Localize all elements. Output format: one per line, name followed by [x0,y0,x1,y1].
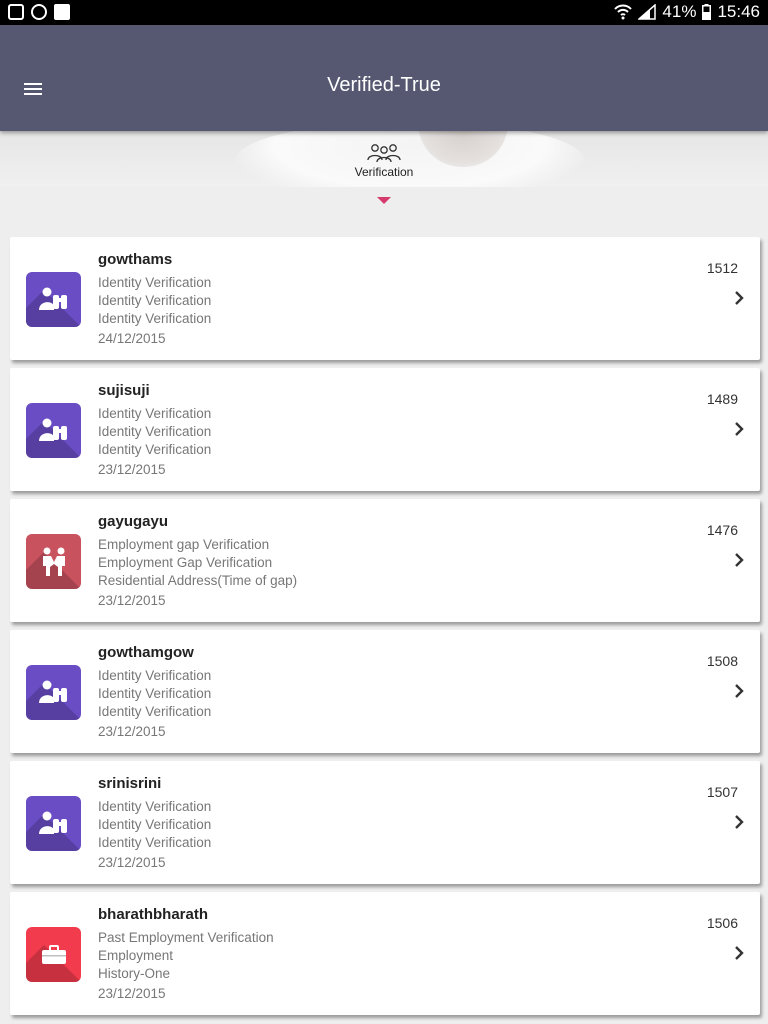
case-id: 1476 [706,522,738,538]
verification-card[interactable]: gayugayu Employment gap Verification Emp… [10,499,760,622]
verification-type-line: Identity Verification [98,704,212,719]
page-title: Verified-True [327,74,441,96]
verification-types: Identity Verification Identity Verificat… [98,667,211,721]
verification-type-line: Identity Verification [98,799,212,814]
candidate-name: gowthams [98,251,173,268]
verification-type-line: Residential Address(Time of gap) [98,573,298,588]
card-icon [26,534,81,589]
binoculars-person-icon [39,287,67,310]
chevron-right-icon[interactable] [732,553,746,567]
status-bar: 41% 15:46 [0,0,768,25]
clock: 15:46 [717,2,760,21]
status-bar-notifications [8,4,70,20]
chevron-right-icon[interactable] [732,684,746,698]
battery-icon [702,4,712,20]
verification-date: 23/12/2015 [98,724,166,739]
chevron-right-icon[interactable] [732,815,746,829]
verification-types: Identity Verification Identity Verificat… [98,405,211,459]
case-id: 1489 [706,391,738,407]
group-people-icon [367,144,401,163]
card-icon [26,665,81,720]
verification-type-line: Identity Verification [98,442,212,457]
verification-type-line: Past Employment Verification [98,930,274,945]
verification-type-line: Identity Verification [98,668,212,683]
chevron-right-icon[interactable] [732,422,746,436]
verification-type-line: History-One [98,966,171,981]
battery-percent: 41% [662,2,697,21]
candidate-name: bharathbharath [98,906,209,923]
verification-type-line: Identity Verification [98,835,212,850]
verification-types: Past Employment Verification Employment … [98,929,274,983]
binoculars-person-icon [39,418,67,441]
gallery-icon [8,4,24,20]
case-id: 1512 [706,260,738,276]
tab-indicator [377,197,391,204]
briefcase-icon [42,945,66,964]
people-handshake-icon [43,547,65,576]
card-icon [26,403,81,458]
signal-icon [638,4,657,20]
candidate-name: srinisrini [98,775,162,792]
verification-list: gowthams Identity Verification Identity … [10,237,760,1023]
verification-types: Employment gap Verification Employment G… [98,536,297,590]
camera-icon [31,4,47,20]
verification-date: 24/12/2015 [98,331,166,346]
verification-type-line: Identity Verification [98,817,212,832]
verification-types: Identity Verification Identity Verificat… [98,274,211,328]
verification-type-line: Identity Verification [98,293,212,308]
card-icon [26,796,81,851]
binoculars-person-icon [39,680,67,703]
status-bar-system: 41% 15:46 [614,2,760,22]
chevron-right-icon[interactable] [732,291,746,305]
verification-date: 23/12/2015 [98,855,166,870]
case-id: 1507 [706,784,738,800]
tab-verification[interactable]: Verification [334,143,434,179]
verification-card[interactable]: gowthams Identity Verification Identity … [10,237,760,360]
verification-card[interactable]: srinisrini Identity Verification Identit… [10,761,760,884]
verification-type-line: Identity Verification [98,424,212,439]
candidate-name: sujisuji [98,382,150,399]
verification-type-line: Identity Verification [98,686,212,701]
verification-type-line: Employment [98,948,174,963]
profile-banner: Verification [0,131,768,187]
verification-type-line: Employment gap Verification [98,537,270,552]
verification-type-line: Employment Gap Verification [98,555,273,570]
verification-types: Identity Verification Identity Verificat… [98,798,211,852]
tab-label: Verification [354,165,414,179]
verification-card[interactable]: bharathbharath Past Employment Verificat… [10,892,760,1015]
verification-date: 23/12/2015 [98,593,166,608]
verification-date: 23/12/2015 [98,986,166,1001]
case-id: 1508 [706,653,738,669]
binoculars-person-icon [39,811,67,834]
card-icon [26,272,81,327]
verification-type-line: Identity Verification [98,406,212,421]
wifi-icon [614,4,633,20]
verification-card[interactable]: gowthamgow Identity Verification Identit… [10,630,760,753]
chevron-right-icon[interactable] [732,946,746,960]
verification-date: 23/12/2015 [98,462,166,477]
card-icon [26,927,81,982]
verification-card[interactable]: sujisuji Identity Verification Identity … [10,368,760,491]
verification-type-line: Identity Verification [98,275,212,290]
candidate-name: gayugayu [98,513,169,530]
clipboard-check-icon [54,4,70,20]
case-id: 1506 [706,915,738,931]
candidate-name: gowthamgow [98,644,194,661]
verification-type-line: Identity Verification [98,311,212,326]
app-bar: Verified-True [0,25,768,131]
